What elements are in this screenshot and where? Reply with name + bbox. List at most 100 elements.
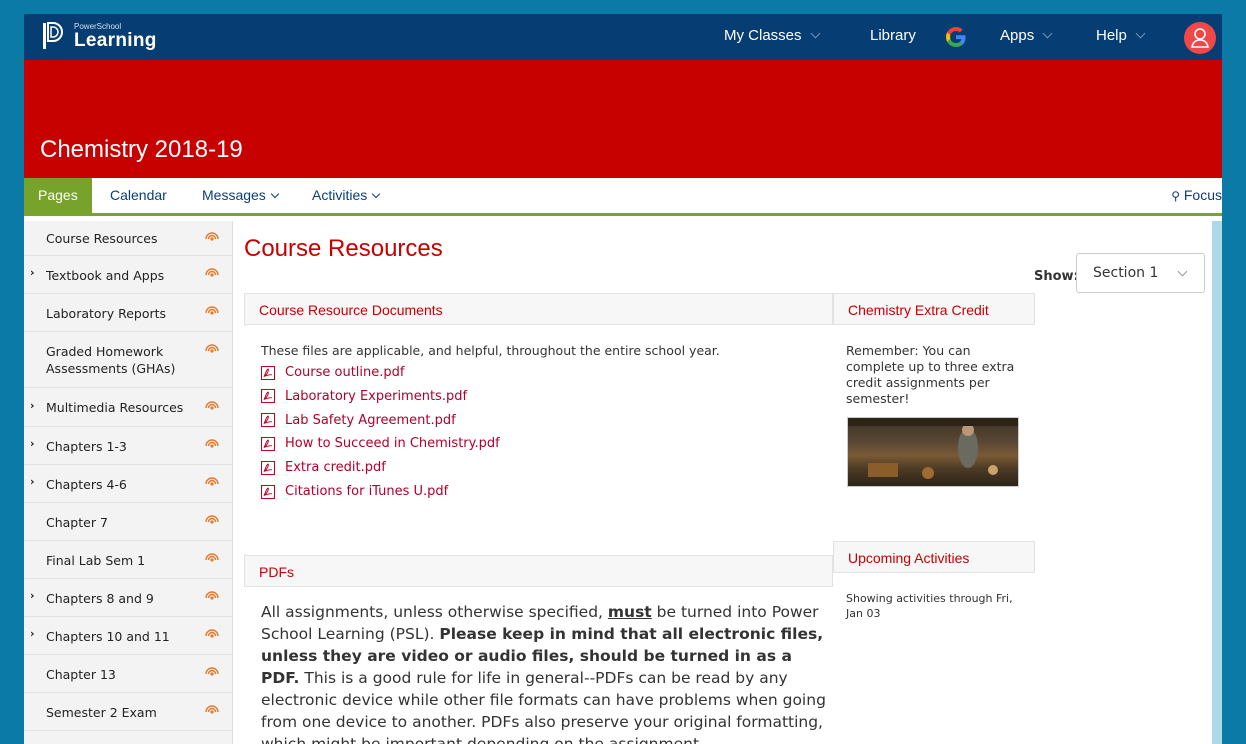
sidebar-item-label: Final Lab Sem 1 (46, 552, 146, 568)
expand-arrow-icon[interactable]: › (30, 589, 35, 602)
pdf-file-icon (261, 484, 285, 499)
chevron-down-icon (810, 28, 820, 39)
upcoming-text: Showing activities through Fri, Jan 03 (846, 592, 1013, 620)
pages-sidebar: Course Resources › Textbook and Apps Labora… (24, 221, 233, 744)
rss-feed-icon[interactable] (205, 342, 219, 356)
sidebar-item-label: Multimedia Resources (46, 400, 184, 415)
pdf-file-name: Lab Safety Agreement.pdf (285, 412, 456, 428)
sidebar-item[interactable]: › Chapters 1-3 (24, 427, 232, 465)
chevron-down-icon (1042, 28, 1053, 39)
search-icon: ⚲ (1171, 189, 1180, 203)
rss-feed-icon[interactable] (205, 627, 219, 641)
tab-messages[interactable]: Messages (202, 178, 280, 213)
sidebar-item[interactable]: Final Lab Sem 1 (24, 541, 232, 579)
rss-feed-icon[interactable] (205, 513, 219, 527)
upcoming-panel-heading: Upcoming Activities (833, 541, 1035, 573)
rss-feed-icon[interactable] (205, 475, 219, 489)
my-classes-label: My Classes (724, 27, 802, 44)
tab-activities-label: Activities (312, 187, 368, 203)
sidebar-item[interactable]: › Chapters 8 and 9 (24, 579, 232, 617)
pdf-file-icon (261, 460, 285, 475)
section-tabs: Pages Calendar Messages Activities ⚲ Foc… (24, 178, 1222, 216)
section-select[interactable]: Section 1 (1076, 253, 1205, 293)
library-link[interactable]: Library (870, 27, 916, 44)
library-label: Library (870, 27, 916, 44)
section-select-value: Section 1 (1093, 265, 1159, 281)
documents-intro: These files are applicable, and helpful,… (261, 343, 720, 358)
app-window: PowerSchool Learning My Classes Library … (24, 14, 1222, 744)
sidebar-item-label: Chapters 8 and 9 (46, 590, 154, 606)
pdf-file-link[interactable]: Citations for iTunes U.pdf (261, 484, 448, 499)
sidebar-item[interactable]: Course Resources (24, 221, 232, 256)
powerschool-logo[interactable]: PowerSchool Learning (42, 21, 157, 51)
rss-feed-icon[interactable] (205, 437, 219, 451)
apps-menu[interactable]: Apps (1000, 27, 1053, 44)
expand-arrow-icon[interactable]: › (30, 266, 35, 279)
pdf-file-link[interactable]: Extra credit.pdf (261, 460, 386, 475)
pdf-file-link[interactable]: Course outline.pdf (261, 365, 404, 380)
logo-big-text: Learning (74, 29, 157, 51)
expand-arrow-icon[interactable]: › (30, 399, 35, 412)
chevron-down-icon (270, 189, 280, 199)
focus-label: Focus (1183, 187, 1222, 203)
tab-pages[interactable]: Pages (24, 178, 92, 213)
show-label: Show: (1034, 269, 1079, 284)
sidebar-item[interactable]: Chapter 7 (24, 503, 232, 541)
rss-feed-icon[interactable] (205, 304, 219, 318)
rss-feed-icon[interactable] (205, 551, 219, 565)
tab-messages-label: Messages (202, 187, 266, 203)
help-menu[interactable]: Help (1096, 27, 1146, 44)
apps-label: Apps (1000, 27, 1035, 44)
expand-arrow-icon[interactable]: › (30, 475, 35, 488)
pdf-file-name: Extra credit.pdf (285, 460, 386, 476)
sidebar-item[interactable]: › Chapters 10 and 11 (24, 617, 232, 655)
tab-calendar[interactable]: Calendar (110, 178, 167, 213)
rss-feed-icon[interactable] (205, 665, 219, 679)
rss-feed-icon[interactable] (205, 399, 219, 413)
sidebar-item[interactable]: Laboratory Reports (24, 294, 232, 332)
sidebar-item-label: Laboratory Reports (46, 305, 167, 321)
user-avatar[interactable] (1184, 22, 1216, 54)
chevron-down-icon (1177, 266, 1188, 277)
pdf-file-link[interactable]: How to Succeed in Chemistry.pdf (261, 436, 500, 451)
my-classes-menu[interactable]: My Classes (724, 27, 820, 44)
pdfs-text-part3: This is a good rule for life in general-… (261, 669, 826, 744)
sidebar-item[interactable]: › Textbook and Apps (24, 256, 232, 294)
rss-feed-icon[interactable] (205, 589, 219, 603)
rss-feed-icon[interactable] (205, 266, 219, 280)
expand-arrow-icon[interactable]: › (30, 627, 35, 640)
sidebar-item[interactable]: › Multimedia Resources (24, 388, 232, 427)
tab-activities[interactable]: Activities (312, 178, 381, 213)
pdf-file-name: Citations for iTunes U.pdf (285, 484, 449, 499)
extra-credit-panel-heading: Chemistry Extra Credit (833, 293, 1035, 325)
extra-credit-text: Remember: You can complete up to three e… (846, 343, 1015, 406)
pdfs-body-text: All assignments, unless otherwise specif… (261, 601, 831, 744)
top-navbar: PowerSchool Learning My Classes Library … (24, 14, 1222, 60)
pdfs-text-must: must (607, 603, 652, 621)
pdfs-text-part1: All assignments, unless otherwise specif… (261, 603, 608, 621)
pdf-file-link[interactable]: Laboratory Experiments.pdf (261, 389, 467, 404)
rss-feed-icon[interactable] (205, 230, 219, 244)
sidebar-item[interactable]: Semester 2 Exam (24, 693, 232, 731)
pdf-file-icon (261, 413, 285, 428)
pdfs-panel-heading: PDFs (244, 555, 833, 587)
documents-panel-heading: Course Resource Documents (244, 293, 833, 325)
scrollbar-track[interactable] (1212, 221, 1222, 744)
sidebar-item[interactable]: › Chapters 4-6 (24, 465, 232, 503)
rss-feed-icon[interactable] (205, 703, 219, 717)
pdf-file-icon (261, 365, 285, 380)
sidebar-item-label: Chapters 10 and 11 (46, 628, 170, 644)
pdf-file-link[interactable]: Lab Safety Agreement.pdf (261, 413, 456, 428)
sidebar-item[interactable]: Chapter 13 (24, 655, 232, 693)
user-icon (1191, 28, 1209, 48)
powerschool-logo-icon (43, 22, 63, 49)
focus-button[interactable]: ⚲ Focus (1171, 178, 1222, 213)
google-icon[interactable] (944, 25, 968, 49)
sidebar-item-label: Semester 2 Exam (46, 704, 157, 720)
sidebar-item-label: Graded Homework Assessments (GHAs) (46, 344, 176, 376)
main-content: Course Resources Show: Section 1 Course … (234, 221, 1222, 744)
sidebar-item[interactable]: Graded Homework Assessments (GHAs) (24, 332, 232, 388)
pdf-file-icon (261, 436, 285, 451)
pdf-file-icon (261, 389, 285, 404)
expand-arrow-icon[interactable]: › (30, 437, 35, 450)
